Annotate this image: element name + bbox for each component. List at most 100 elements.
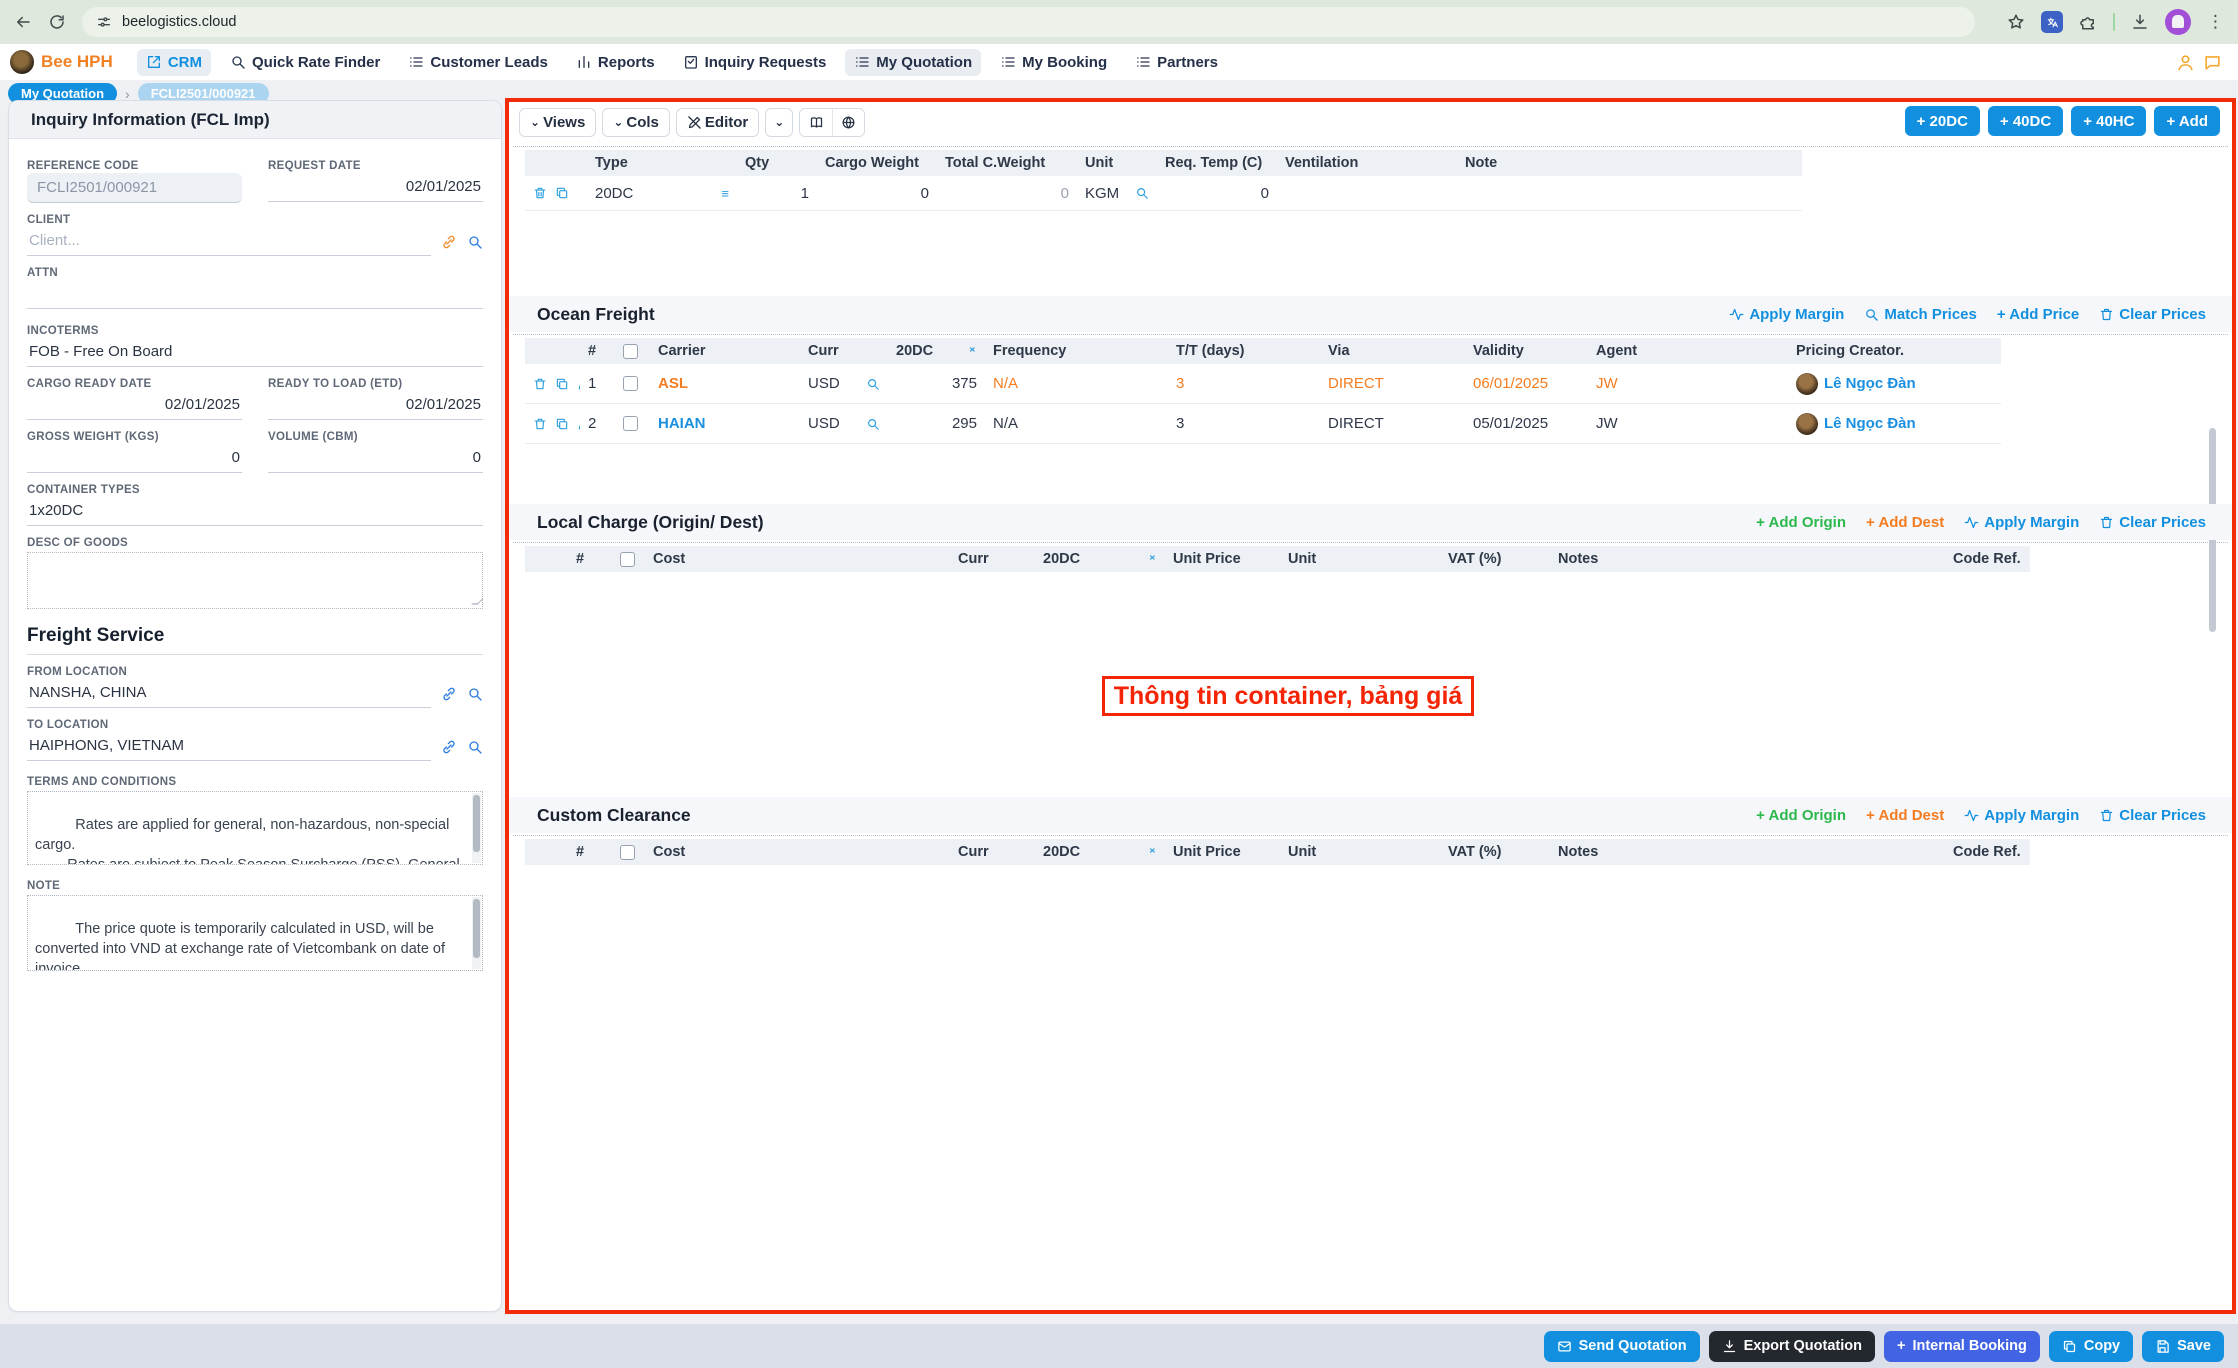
col-curr[interactable]: Curr bbox=[950, 546, 1035, 572]
carrier-cell[interactable]: ASL bbox=[650, 364, 800, 404]
nav-item-my-quotation[interactable]: My Quotation bbox=[845, 49, 981, 76]
incoterms-field[interactable]: FOB - Free On Board bbox=[27, 338, 483, 367]
search-icon[interactable] bbox=[467, 739, 483, 755]
sort-icons[interactable]: ⌄⌃ bbox=[1148, 552, 1157, 566]
type-cell[interactable]: 20DC ≡ bbox=[587, 176, 737, 211]
address-bar[interactable]: beelogistics.cloud bbox=[82, 7, 1975, 37]
col-agent[interactable]: Agent bbox=[1588, 338, 1788, 364]
via-cell[interactable]: DIRECT bbox=[1320, 364, 1465, 404]
carrier-cell[interactable]: HAIAN bbox=[650, 404, 800, 444]
duplicate-icon[interactable] bbox=[555, 377, 569, 391]
back-icon[interactable] bbox=[14, 13, 32, 31]
reference-code-field[interactable]: FCLI2501/000921 bbox=[27, 173, 242, 203]
price-cell[interactable]: 295 bbox=[888, 404, 985, 444]
attn-field[interactable] bbox=[27, 280, 483, 309]
col-unit-price[interactable]: Unit Price bbox=[1165, 839, 1280, 865]
more-options-button[interactable]: ⌄ bbox=[765, 108, 793, 137]
export-quotation-button[interactable]: Export Quotation bbox=[1709, 1331, 1875, 1362]
profile-avatar[interactable] bbox=[2165, 9, 2191, 35]
col-cost[interactable]: Cost bbox=[645, 839, 950, 865]
col-type[interactable]: Type bbox=[587, 150, 737, 176]
agent-cell[interactable]: JW bbox=[1588, 404, 1788, 444]
book-open-icon[interactable] bbox=[800, 109, 832, 136]
reload-icon[interactable] bbox=[48, 13, 66, 31]
creator-name[interactable]: Lê Ngọc Đàn bbox=[1824, 415, 1916, 432]
container-types-field[interactable]: 1x20DC bbox=[27, 497, 483, 526]
save-button[interactable]: Save bbox=[2142, 1331, 2224, 1362]
nav-item-quick-rate-finder[interactable]: Quick Rate Finder bbox=[221, 49, 389, 76]
copy-button[interactable]: Copy bbox=[2049, 1331, 2133, 1362]
select-all-checkbox[interactable] bbox=[623, 344, 638, 359]
internal-booking-button[interactable]: + Internal Booking bbox=[1884, 1331, 2040, 1362]
duplicate-icon[interactable] bbox=[555, 417, 569, 431]
clear-prices-link[interactable]: Clear Prices bbox=[2099, 306, 2206, 323]
apply-margin-link[interactable]: Apply Margin bbox=[1964, 807, 2079, 824]
col-20dc[interactable]: 20DC ⌄⌃ bbox=[888, 338, 985, 364]
note-cell[interactable] bbox=[1457, 176, 1802, 211]
duplicate-icon[interactable] bbox=[555, 186, 569, 200]
extensions-puzzle-icon[interactable] bbox=[2079, 13, 2097, 31]
add-origin-link[interactable]: + Add Origin bbox=[1756, 807, 1846, 824]
col-unit[interactable]: Unit bbox=[1280, 839, 1440, 865]
editor-button[interactable]: Editor bbox=[676, 108, 759, 137]
col-validity[interactable]: Validity bbox=[1465, 338, 1588, 364]
terms-textarea[interactable]: Rates are applied for general, non-hazar… bbox=[27, 791, 483, 865]
add-container-button[interactable]: + Add bbox=[2154, 106, 2220, 136]
scrollbar[interactable] bbox=[472, 897, 481, 969]
row-checkbox[interactable] bbox=[623, 416, 638, 431]
col-unit[interactable]: Unit bbox=[1077, 150, 1157, 176]
col-curr[interactable]: Curr bbox=[800, 338, 888, 364]
translate-extension-icon[interactable] bbox=[2041, 11, 2063, 33]
browser-menu-icon[interactable]: ⋮ bbox=[2207, 12, 2224, 32]
col-code-ref[interactable]: Code Ref. bbox=[1945, 546, 2030, 572]
agent-cell[interactable]: JW bbox=[1588, 364, 1788, 404]
col-pricing-creator[interactable]: Pricing Creator. bbox=[1788, 338, 2001, 364]
brand[interactable]: Bee HPH bbox=[10, 50, 113, 74]
validity-cell[interactable]: 06/01/2025 bbox=[1465, 364, 1588, 404]
sort-icons[interactable]: ⌄⌃ bbox=[1148, 845, 1157, 859]
col-cargo-weight[interactable]: Cargo Weight bbox=[817, 150, 937, 176]
views-button[interactable]: ⌄ Views bbox=[519, 108, 596, 137]
sphere-icon[interactable] bbox=[832, 109, 864, 136]
nav-item-reports[interactable]: Reports bbox=[567, 49, 664, 76]
add-dest-link[interactable]: + Add Dest bbox=[1866, 514, 1944, 531]
add-price-link[interactable]: + Add Price bbox=[1997, 306, 2079, 323]
col-carrier[interactable]: Carrier bbox=[650, 338, 800, 364]
col-20dc[interactable]: 20DC ⌄⌃ bbox=[1035, 839, 1165, 865]
site-settings-icon[interactable] bbox=[96, 14, 112, 30]
delete-icon[interactable] bbox=[533, 186, 547, 200]
pricing-creator-cell[interactable]: Lê Ngọc Đàn bbox=[1788, 364, 2001, 404]
sort-icons[interactable]: ⌄⌃ bbox=[968, 344, 977, 358]
scrollbar[interactable] bbox=[472, 793, 481, 863]
add-20dc-button[interactable]: + 20DC bbox=[1905, 106, 1980, 136]
col-unit[interactable]: Unit bbox=[1280, 546, 1440, 572]
nav-item-my-booking[interactable]: My Booking bbox=[991, 49, 1116, 76]
col-curr[interactable]: Curr bbox=[950, 839, 1035, 865]
add-dest-link[interactable]: + Add Dest bbox=[1866, 807, 1944, 824]
link-icon[interactable] bbox=[441, 686, 457, 702]
volume-field[interactable]: 0 bbox=[268, 444, 483, 473]
search-icon[interactable] bbox=[467, 686, 483, 702]
col-unit-price[interactable]: Unit Price bbox=[1165, 546, 1280, 572]
user-icon[interactable] bbox=[2176, 53, 2195, 72]
col-20dc[interactable]: 20DC ⌄⌃ bbox=[1035, 546, 1165, 572]
col-req-temp[interactable]: Req. Temp (C) bbox=[1157, 150, 1277, 176]
from-location-field[interactable]: NANSHA, CHINA bbox=[27, 679, 431, 708]
tt-cell[interactable]: 3 bbox=[1168, 364, 1320, 404]
col-tt-days[interactable]: T/T (days) bbox=[1168, 338, 1320, 364]
delete-icon[interactable] bbox=[533, 417, 547, 431]
unit-cell[interactable]: KGM bbox=[1077, 176, 1157, 211]
col-frequency[interactable]: Frequency bbox=[985, 338, 1168, 364]
link-icon[interactable] bbox=[441, 234, 457, 250]
gross-weight-field[interactable]: 0 bbox=[27, 444, 242, 473]
note-textarea[interactable]: The price quote is temporarily calculate… bbox=[27, 895, 483, 971]
bookmark-star-icon[interactable] bbox=[2007, 13, 2025, 31]
nav-item-partners[interactable]: Partners bbox=[1126, 49, 1227, 76]
send-quotation-button[interactable]: Send Quotation bbox=[1544, 1331, 1700, 1362]
search-icon[interactable] bbox=[866, 377, 880, 391]
link-icon[interactable] bbox=[441, 739, 457, 755]
price-cell[interactable]: 375 bbox=[888, 364, 985, 404]
col-notes[interactable]: Notes bbox=[1550, 839, 1945, 865]
cols-button[interactable]: ⌄ Cols bbox=[602, 108, 670, 137]
detail-list-icon[interactable]: ≡ bbox=[721, 186, 729, 201]
